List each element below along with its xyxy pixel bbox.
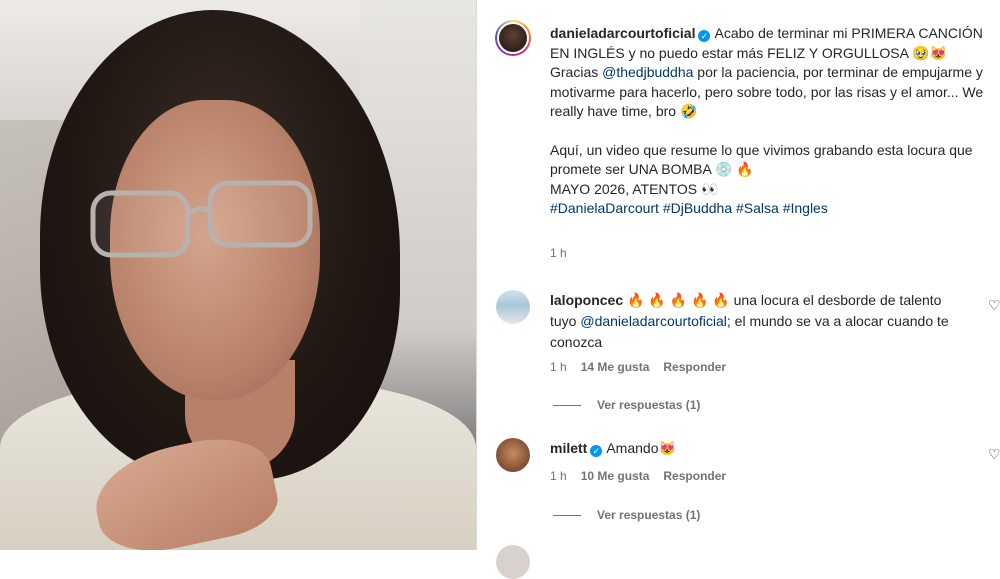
reply-button[interactable]: Responder: [663, 360, 726, 374]
comment-body: Amando😻: [606, 440, 676, 456]
verified-badge-icon: ✓: [590, 445, 603, 457]
comment-meta: 1 h 10 Me gusta Responder: [550, 469, 726, 483]
post-caption: danieladarcourtoficial ✓ Acabo de terminar…: [550, 24, 990, 219]
post-author-username[interactable]: danieladarcourtoficial: [550, 25, 695, 41]
comment-username[interactable]: milett: [550, 440, 587, 456]
caption-video-text: Aquí, un video que resume lo que vivimos…: [550, 141, 973, 178]
caption-hashtags[interactable]: #DanielaDarcourt #DjBuddha #Salsa #Ingle…: [550, 199, 990, 219]
comment-avatar[interactable]: [496, 290, 530, 324]
post-author-avatar[interactable]: [495, 20, 531, 56]
caption-date-text: MAYO 2026, ATENTOS 👀: [550, 180, 719, 197]
verified-badge-icon: ✓: [698, 30, 711, 42]
comment-avatar[interactable]: [496, 438, 530, 472]
replies-divider: [553, 514, 581, 516]
comment-text: milett ✓ Amando😻: [550, 438, 960, 459]
comment-likes[interactable]: 14 Me gusta: [581, 360, 650, 374]
view-replies-label: Ver respuestas (1): [597, 398, 701, 412]
comment-meta: 1 h 14 Me gusta Responder: [550, 360, 726, 374]
heart-outline-icon[interactable]: ♡: [988, 446, 1000, 463]
post-timestamp[interactable]: 1 h: [550, 246, 567, 260]
view-replies-label: Ver respuestas (1): [597, 508, 701, 522]
reply-button[interactable]: Responder: [663, 469, 726, 483]
post-photo[interactable]: [0, 0, 476, 550]
comment-timestamp[interactable]: 1 h: [550, 360, 567, 374]
comment-avatar[interactable]: [496, 545, 530, 579]
photo-glasses: [90, 180, 313, 258]
avatar-image: [497, 22, 529, 54]
view-replies-button[interactable]: Ver respuestas (1): [553, 398, 700, 412]
replies-divider: [553, 404, 581, 406]
caption-thanks-pre: Gracias: [550, 64, 603, 80]
comment-timestamp[interactable]: 1 h: [550, 469, 567, 483]
heart-outline-icon[interactable]: ♡: [988, 297, 1000, 314]
comment-mention-link[interactable]: @danieladarcourtoficial: [580, 313, 727, 329]
comment-text: laloponcec 🔥 🔥 🔥 🔥 🔥 una locura el desbo…: [550, 290, 960, 353]
view-replies-button[interactable]: Ver respuestas (1): [553, 508, 700, 522]
comment-username[interactable]: laloponcec: [550, 292, 623, 308]
comment-likes[interactable]: 10 Me gusta: [581, 469, 650, 483]
caption-mention-link[interactable]: @thedjbuddha: [602, 64, 693, 80]
